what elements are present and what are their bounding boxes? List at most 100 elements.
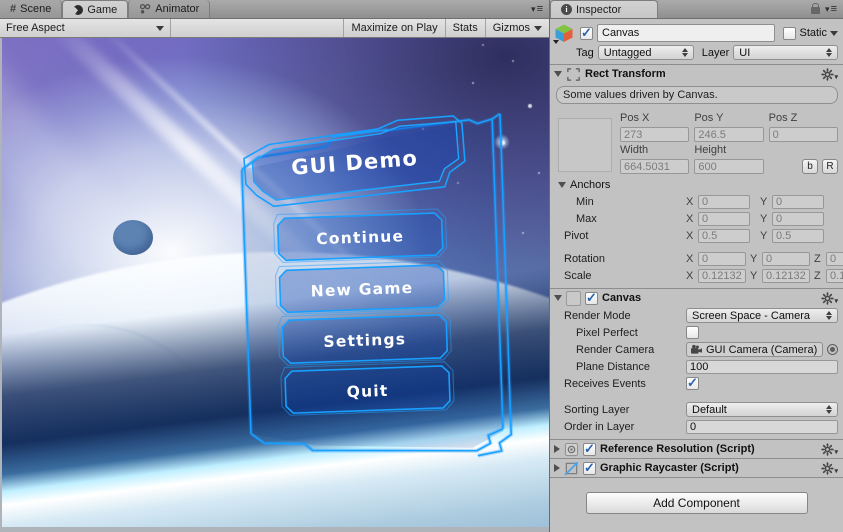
scale-x-field[interactable]: 0.12132 [698, 268, 746, 283]
gameobject-header: Static [550, 22, 843, 44]
y-axis-label: Y [750, 269, 758, 282]
render-mode-dropdown[interactable]: Screen Space - Camera [686, 308, 838, 323]
gear-icon [821, 443, 834, 456]
min-y-field[interactable]: 0 [772, 194, 824, 209]
pivot-y-field[interactable]: 0.5 [772, 228, 824, 243]
pos-x-field[interactable]: 273 [620, 127, 690, 142]
rotation-x-field[interactable]: 0 [698, 251, 746, 266]
z-axis-label: Z [814, 252, 821, 265]
dropdown-arrow-icon[interactable]: ▾ [825, 4, 830, 15]
static-dropdown-arrow[interactable] [830, 30, 838, 36]
max-x-field[interactable]: 0 [698, 211, 750, 226]
rect-transform-header[interactable]: Rect Transform ▾ [550, 65, 843, 83]
animator-nodes-icon [139, 3, 151, 15]
object-picker-icon[interactable] [827, 344, 838, 355]
graphic-raycaster-title: Graphic Raycaster (Script) [600, 462, 739, 474]
order-in-layer-row: Order in Layer 0 [550, 418, 843, 435]
static-checkbox[interactable] [783, 26, 797, 40]
menu-button-label: Quit [346, 382, 388, 401]
anchors-foldout[interactable]: Anchors [550, 176, 843, 193]
pos-y-label: Pos Y [694, 112, 724, 124]
height-label: Height [694, 144, 727, 156]
tab-game[interactable]: Game [62, 0, 129, 18]
pivot-label: Pivot [564, 229, 589, 242]
layer-dropdown[interactable]: UI [733, 45, 838, 60]
sorting-layer-dropdown[interactable]: Default [686, 402, 838, 417]
anchor-preview-box[interactable] [558, 118, 612, 172]
component-menu[interactable]: ▾ [821, 68, 838, 81]
layer-label: Layer [701, 46, 730, 59]
add-component-button[interactable]: Add Component [585, 492, 808, 514]
game-pane-menu-button[interactable]: ▾ ≡ [531, 0, 549, 18]
anchors-label: Anchors [570, 178, 611, 191]
menu-lines-icon[interactable]: ≡ [831, 3, 837, 14]
rect-transform-block: Pos X Pos Y Pos Z 273 246.5 0 Width Heig… [550, 108, 843, 176]
component-menu[interactable]: ▾ [821, 292, 838, 305]
pos-x-label: Pos X [620, 112, 650, 124]
plane-distance-label: Plane Distance [576, 360, 650, 373]
component-menu[interactable]: ▾ [821, 462, 838, 475]
plane-distance-field[interactable]: 100 [686, 359, 838, 374]
gear-dropdown-arrow: ▾ [834, 448, 838, 456]
pivot-x-field[interactable]: 0.5 [698, 228, 750, 243]
pixel-perfect-checkbox[interactable] [686, 326, 699, 339]
foldout-arrow-icon[interactable] [554, 464, 560, 472]
blueprint-mode-button[interactable]: b [802, 159, 818, 174]
raw-edit-mode-button[interactable]: R [822, 159, 838, 174]
maximize-on-play-button[interactable]: Maximize on Play [343, 19, 444, 37]
foldout-arrow-icon[interactable] [554, 445, 560, 453]
width-field[interactable]: 664.5031 [620, 159, 690, 174]
component-enabled-checkbox[interactable] [583, 441, 596, 457]
receives-events-checkbox[interactable] [686, 375, 699, 391]
rotation-y-field[interactable]: 0 [762, 251, 810, 266]
sorting-layer-label: Sorting Layer [564, 403, 630, 416]
component-menu[interactable]: ▾ [821, 443, 838, 456]
rotation-z-field[interactable]: 0 [826, 251, 843, 266]
static-toggle[interactable]: Static [783, 26, 838, 40]
active-checkbox[interactable] [580, 25, 593, 41]
foldout-arrow-icon[interactable] [558, 181, 566, 188]
graphic-raycaster-header[interactable]: Graphic Raycaster (Script) ▾ [550, 459, 843, 477]
scale-y-field[interactable]: 0.12132 [762, 268, 810, 283]
gizmos-dropdown[interactable]: Gizmos [484, 19, 549, 37]
tab-scene[interactable]: # Scene [0, 0, 63, 18]
tab-scene-label: Scene [20, 3, 52, 15]
menu-button-label: Continue [316, 227, 405, 248]
pos-z-field[interactable]: 0 [768, 127, 838, 142]
rotation-label: Rotation [564, 252, 605, 265]
order-in-layer-field[interactable]: 0 [686, 419, 838, 434]
canvas-enabled-checkbox[interactable] [585, 290, 598, 306]
render-camera-object-field[interactable]: GUI Camera (Camera) [686, 342, 823, 357]
gameobject-cube-icon[interactable] [553, 23, 576, 44]
render-camera-row: Render Camera GUI Camera (Camera) [550, 341, 843, 358]
updown-arrows-icon [821, 311, 832, 320]
game-panel: # Scene Game Animator ▾ ≡ Free Aspect Ma… [0, 0, 549, 532]
max-y-field[interactable]: 0 [772, 211, 824, 226]
reference-resolution-header[interactable]: Reference Resolution (Script) ▾ [550, 440, 843, 458]
lock-icon[interactable] [811, 2, 821, 14]
min-x-field[interactable]: 0 [698, 194, 750, 209]
max-label: Max [576, 212, 597, 225]
tab-inspector[interactable]: i Inspector [550, 0, 658, 18]
y-axis-label: Y [760, 212, 768, 225]
foldout-arrow-icon[interactable] [554, 295, 562, 301]
reference-resolution-title: Reference Resolution (Script) [600, 443, 755, 455]
render-camera-label: Render Camera [576, 343, 655, 356]
maximize-label: Maximize on Play [351, 22, 438, 34]
component-enabled-checkbox[interactable] [583, 460, 596, 476]
tab-animator[interactable]: Animator [128, 0, 211, 18]
receives-events-row: Receives Events [550, 375, 843, 392]
scale-z-field[interactable]: 0.12132 [826, 268, 843, 283]
aspect-dropdown[interactable]: Free Aspect [0, 19, 171, 37]
pos-y-field[interactable]: 246.5 [694, 127, 764, 142]
driven-values-notice: Some values driven by Canvas. [556, 86, 838, 104]
stats-button[interactable]: Stats [444, 19, 485, 37]
gameobject-name-field[interactable] [597, 24, 776, 42]
render-mode-row: Render Mode Screen Space - Camera [550, 307, 843, 324]
tag-dropdown[interactable]: Untagged [597, 45, 694, 60]
height-field[interactable]: 600 [694, 159, 764, 174]
foldout-arrow-icon[interactable] [554, 71, 562, 77]
gear-dropdown-arrow: ▾ [834, 467, 838, 475]
canvas-component-header[interactable]: Canvas ▾ [550, 289, 843, 307]
gear-icon [821, 292, 834, 305]
